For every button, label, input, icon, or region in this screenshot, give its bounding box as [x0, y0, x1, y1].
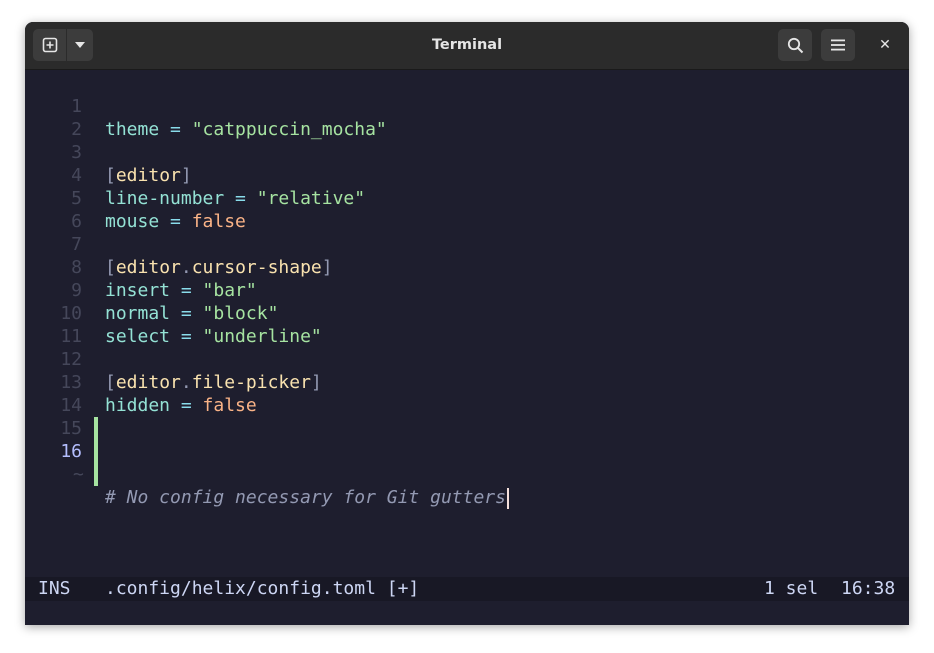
editor-line: 1 theme = "catppuccin_mocha": [25, 72, 909, 140]
git-added-marker: [94, 463, 98, 486]
editor-line: 7 [editor.cursor-shape]: [25, 210, 909, 278]
text-cursor: [506, 487, 509, 509]
editor-line-current: 16 # No config necessary for Git gutters: [25, 417, 909, 509]
comment: # No config necessary for Git gutters: [105, 487, 506, 508]
plus-square-icon: [42, 37, 57, 53]
search-icon: [787, 37, 803, 53]
terminal-window: Terminal ✕ 1 theme = "catppuccin_mocha": [25, 22, 909, 625]
command-line[interactable]: [25, 601, 909, 625]
new-tab-button[interactable]: [33, 29, 66, 61]
empty-line-marker: ~: [73, 464, 84, 485]
editor-line: 6: [25, 187, 909, 232]
hamburger-menu-icon: [831, 39, 845, 51]
title-bar: Terminal ✕: [25, 22, 909, 70]
close-button[interactable]: ✕: [868, 29, 902, 61]
tab-dropdown-button[interactable]: [67, 29, 93, 61]
editor-line: 11: [25, 302, 909, 347]
editor-line: 3 [editor]: [25, 118, 909, 186]
file-path: .config/helix/config.toml [+]: [105, 578, 420, 599]
mode-indicator: INS: [38, 578, 71, 599]
editor-line: 14: [25, 371, 909, 440]
editor-line: 2: [25, 95, 909, 140]
editor-line: 13 hidden = false: [25, 348, 909, 416]
selection-count: 1 sel: [764, 578, 819, 599]
editor-line: 12 [editor.file-picker]: [25, 325, 909, 393]
cursor-position: 16:38: [841, 578, 896, 599]
new-tab-button-group: [33, 29, 93, 61]
editor-line: 10 select = "underline": [25, 279, 909, 347]
editor-line: 8 insert = "bar": [25, 233, 909, 301]
menu-button[interactable]: [821, 29, 855, 61]
chevron-down-icon: [75, 42, 85, 48]
editor-line: 4 line-number = "relative": [25, 141, 909, 209]
window-title: Terminal: [431, 37, 503, 53]
editor-line: 9 normal = "block": [25, 256, 909, 324]
search-button[interactable]: [778, 29, 812, 61]
status-bar: INS .config/helix/config.toml [+] 1 sel …: [25, 577, 909, 601]
editor-line: 5 mouse = false: [25, 164, 909, 232]
close-icon: ✕: [879, 37, 891, 53]
editor-line: 15: [25, 394, 909, 463]
editor-area[interactable]: 1 theme = "catppuccin_mocha" 2 3 [editor…: [25, 70, 909, 577]
